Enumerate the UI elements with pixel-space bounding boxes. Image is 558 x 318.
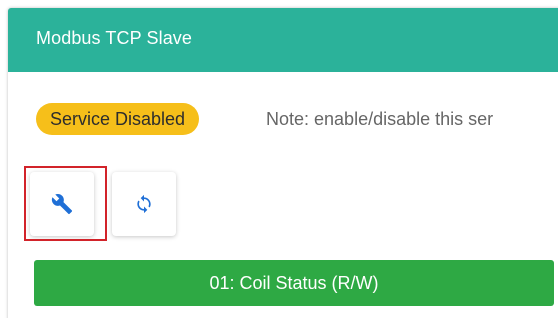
refresh-button[interactable] <box>112 172 176 236</box>
panel-title: Modbus TCP Slave <box>36 28 193 48</box>
screenshot: Modbus TCP Slave Service Disabled Note: … <box>0 0 558 318</box>
service-note: Note: enable/disable this ser <box>266 109 494 129</box>
configure-button-highlight <box>24 166 107 241</box>
panel-header: Modbus TCP Slave <box>8 8 558 72</box>
coil-status-section-button[interactable]: 01: Coil Status (R/W) <box>34 260 554 306</box>
refresh-icon <box>134 194 154 214</box>
service-status-badge: Service Disabled <box>36 103 200 135</box>
